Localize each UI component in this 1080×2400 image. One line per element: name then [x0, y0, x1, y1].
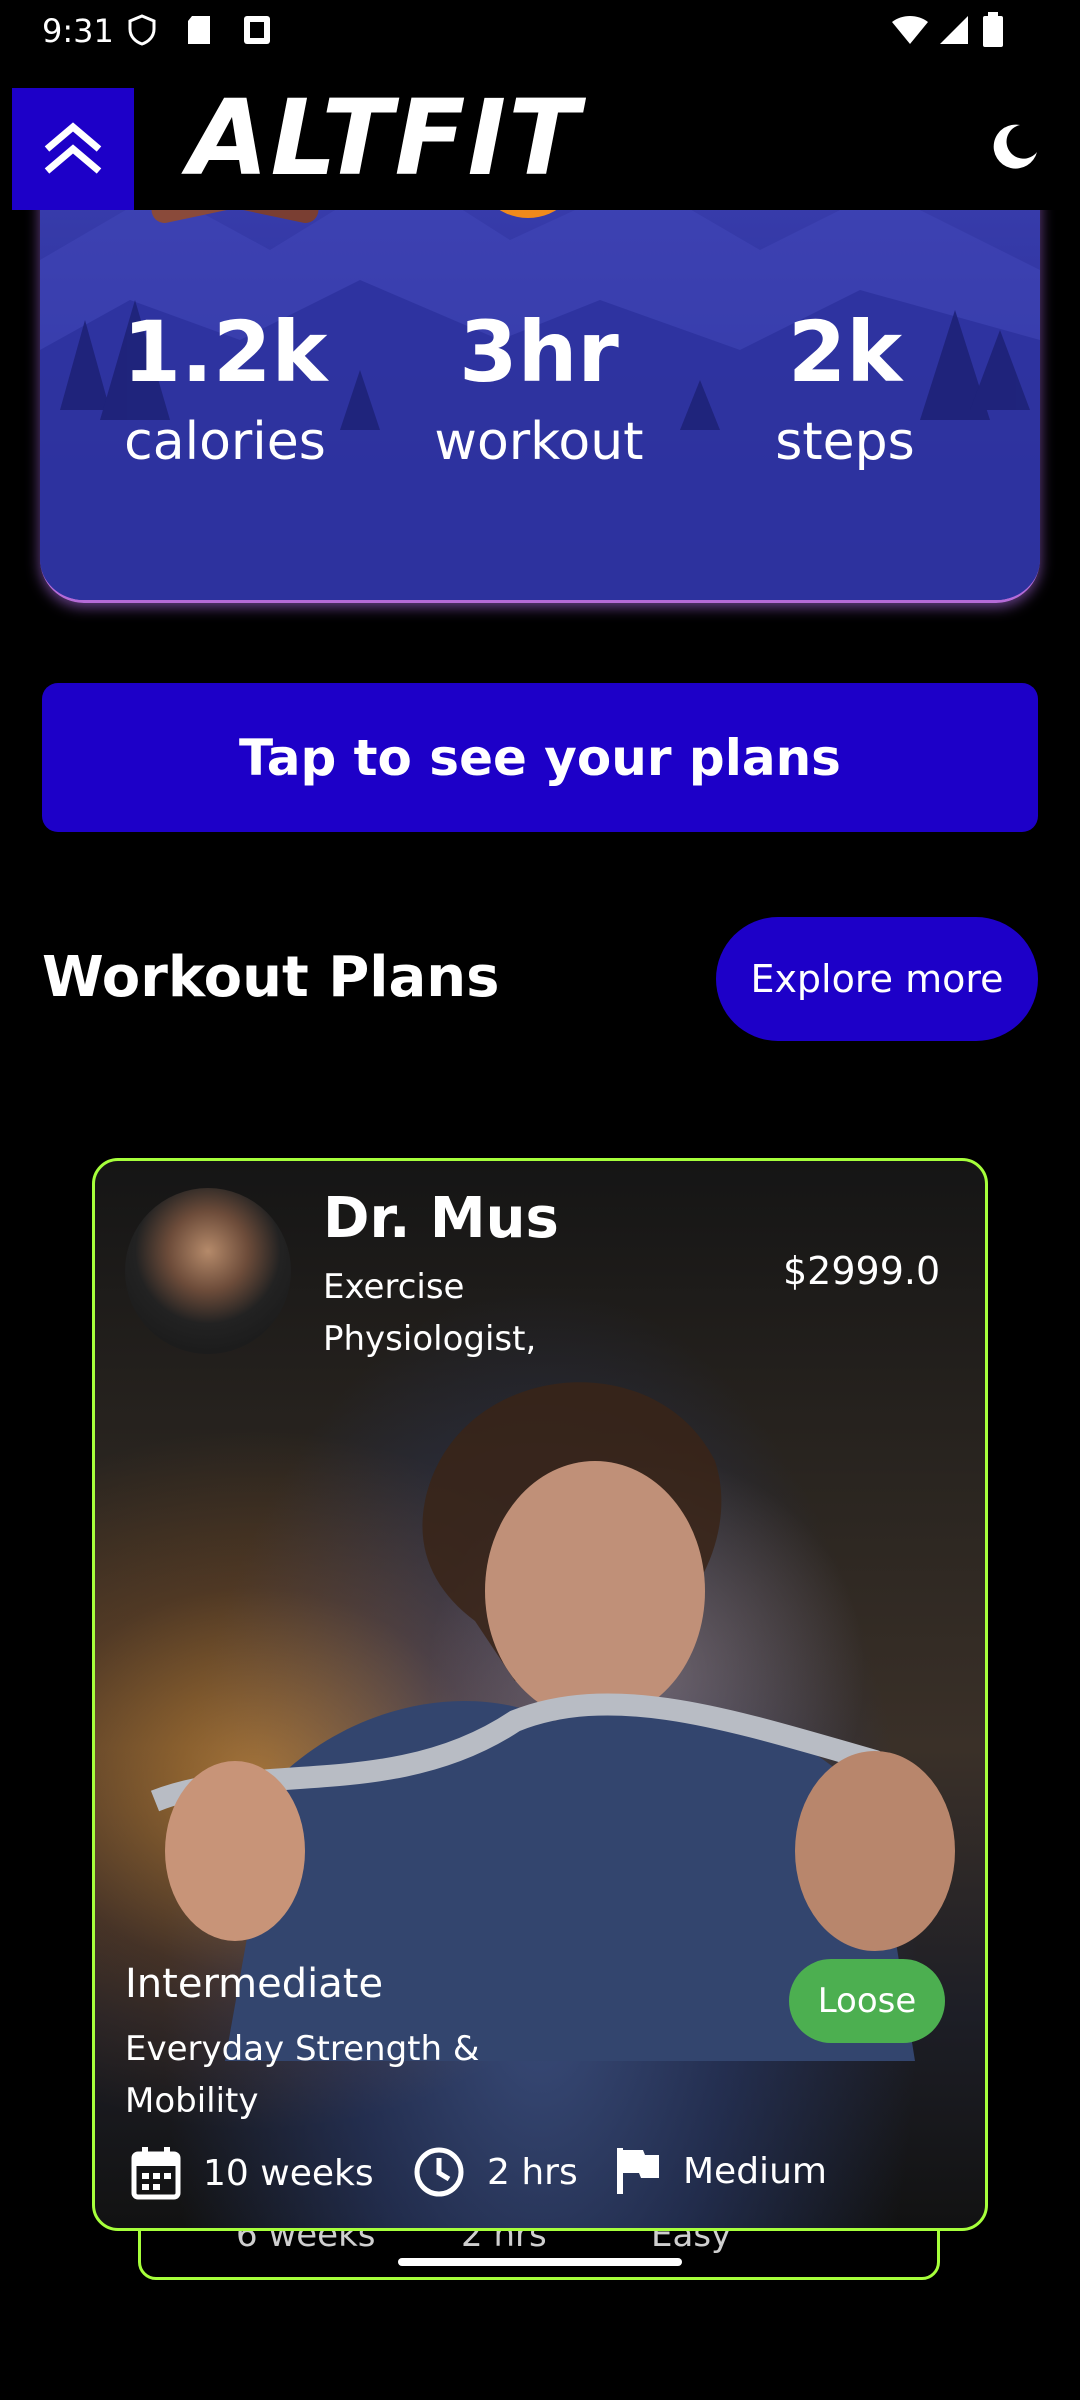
session-label: 2 hrs — [487, 2151, 578, 2193]
stats-card: 1.2k calories 3hr workout 2k steps — [40, 150, 1040, 603]
difficulty-label: Medium — [683, 2150, 827, 2192]
signal-icon — [940, 16, 968, 44]
shield-icon — [128, 14, 156, 46]
status-bar: 9:31 — [0, 0, 1080, 62]
meta-duration: 10 weeks — [131, 2146, 374, 2200]
explore-more-button[interactable]: Explore more — [716, 917, 1038, 1041]
stat-value: 3hr — [459, 303, 619, 401]
stat-value: 1.2k — [122, 303, 328, 401]
calendar-icon — [131, 2147, 181, 2200]
stat-label: calories — [124, 412, 326, 472]
double-chevron-up-icon — [44, 122, 102, 174]
stat-label: workout — [434, 412, 644, 472]
meta-session: 2 hrs — [413, 2146, 578, 2198]
duration-label: 10 weeks — [203, 2152, 374, 2194]
notification-icon — [244, 16, 270, 44]
moon-icon[interactable] — [990, 122, 1040, 172]
scroll-to-top-button[interactable] — [12, 88, 134, 210]
stat-workout: 3hr workout — [389, 310, 689, 472]
see-plans-button[interactable]: Tap to see your plans — [42, 683, 1038, 832]
sd-card-icon — [188, 16, 210, 44]
trainer-role: Exercise Physiologist, — [323, 1267, 537, 1359]
home-indicator[interactable] — [398, 2258, 682, 2266]
plan-card[interactable]: Dr. Mus Exercise Physiologist, $2999.0 I… — [92, 1158, 988, 2231]
stat-steps: 2k steps — [695, 310, 995, 472]
plan-price: $2999.0 — [783, 1249, 941, 1293]
flag-icon — [617, 2148, 659, 2194]
status-time: 9:31 — [42, 12, 114, 50]
trainer-avatar[interactable] — [125, 1188, 291, 1354]
app-logo: ALTFIT — [188, 77, 582, 199]
trainer-name: Dr. Mus — [323, 1186, 559, 1251]
goal-badge: Loose — [789, 1959, 945, 2043]
clock-icon — [414, 2147, 464, 2197]
plan-level: Intermediate — [125, 1961, 384, 2007]
section-title: Workout Plans — [42, 945, 500, 1010]
plan-name: Everyday Strength & Mobility — [125, 2029, 480, 2121]
stat-calories: 1.2k calories — [75, 310, 375, 472]
battery-icon — [983, 12, 1003, 47]
stat-label: steps — [775, 412, 915, 472]
wifi-icon — [892, 16, 928, 44]
meta-difficulty: Medium — [615, 2146, 827, 2196]
stat-value: 2k — [787, 303, 903, 401]
